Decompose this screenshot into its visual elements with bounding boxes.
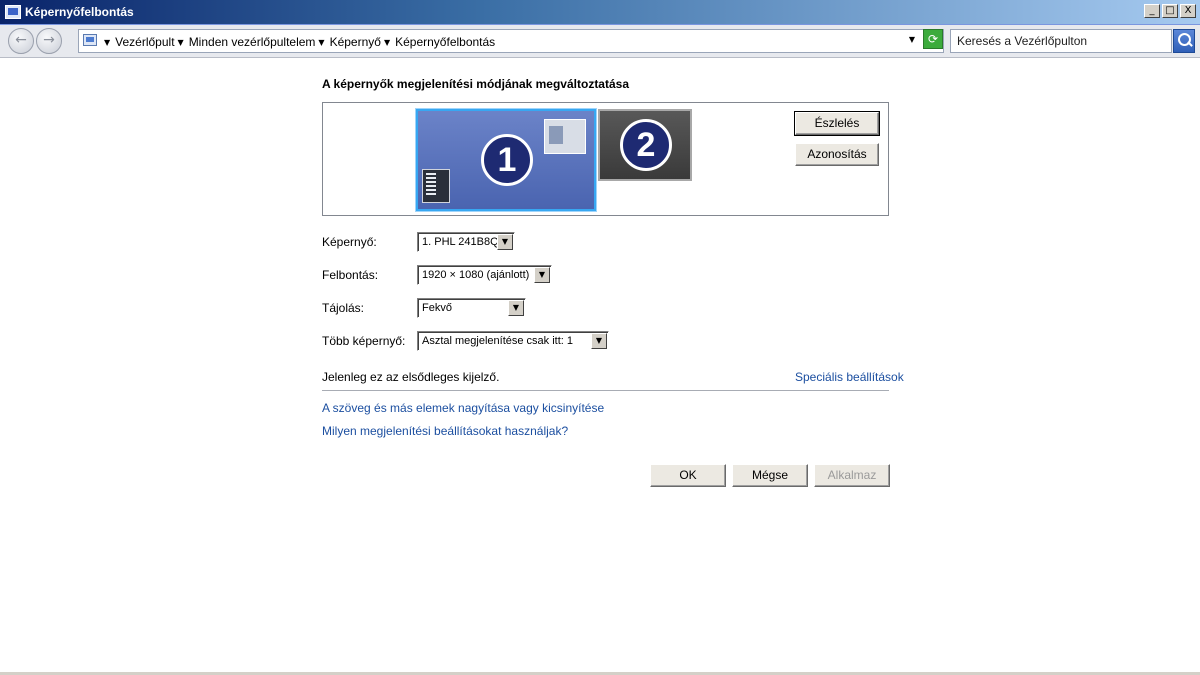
chevron-down-icon[interactable]: ▼ [104,38,110,47]
display-app-icon [5,5,21,19]
cancel-button[interactable]: Mégse [732,464,808,487]
control-panel-icon [83,34,97,46]
chevron-down-icon[interactable]: ▼ [384,38,390,47]
breadcrumb-item[interactable]: Képernyő [330,35,381,49]
refresh-button[interactable]: ⟳ [923,29,943,49]
address-history-dropdown[interactable]: ▼ [909,35,915,44]
navigation-bar: ← → ▼ Vezérlőpult ▼ Minden vezérlőpultel… [0,25,1200,58]
start-menu-thumbnail-icon [422,169,450,203]
breadcrumb-item[interactable]: Képernyőfelbontás [395,35,495,49]
monitor-number: 1 [481,134,533,186]
display-select-value: 1. PHL 241B8Q [422,236,499,248]
chevron-down-icon[interactable]: ▼ [318,38,324,47]
address-bar[interactable]: ▼ Vezérlőpult ▼ Minden vezérlőpultelem ▼… [78,29,944,53]
resolution-select-value: 1920 × 1080 (ajánlott) [422,269,530,281]
ok-button[interactable]: OK [650,464,726,487]
chevron-down-icon[interactable]: ▼ [534,267,550,283]
close-button[interactable]: X [1180,4,1196,18]
advanced-settings-link[interactable]: Speciális beállítások [795,370,904,384]
chevron-down-icon[interactable]: ▼ [591,333,607,349]
back-button[interactable]: ← [8,28,34,54]
monitor-1[interactable]: 1 [416,109,596,211]
breadcrumb-item[interactable]: Minden vezérlőpultelem [189,35,316,49]
chevron-down-icon[interactable]: ▼ [508,300,524,316]
chevron-down-icon[interactable]: ▼ [497,234,513,250]
breadcrumb-item[interactable]: Vezérlőpult [115,35,174,49]
orientation-label: Tájolás: [322,301,365,315]
monitor-2[interactable]: 2 [598,109,692,181]
display-label: Képernyő: [322,235,377,249]
forward-button[interactable]: → [36,28,62,54]
breadcrumb: ▼ Vezérlőpult ▼ Minden vezérlőpultelem ▼… [101,35,495,49]
resolution-label: Felbontás: [322,268,379,282]
multiple-displays-label: Több képernyő: [322,334,406,348]
multiple-displays-select-value: Asztal megjelenítése csak itt: 1 [422,335,574,347]
display-help-link[interactable]: Milyen megjelenítési beállításokat haszn… [322,424,568,438]
window-thumbnail-icon [544,119,586,154]
chevron-down-icon[interactable]: ▼ [178,38,184,47]
page-title: A képernyők megjelenítési módjának megvá… [322,77,630,91]
multiple-displays-select[interactable]: Asztal megjelenítése csak itt: 1 ▼ [417,331,609,351]
maximize-button[interactable]: □ [1162,4,1178,18]
minimize-button[interactable]: _ [1144,4,1160,18]
window-controls: _ □ X [1144,4,1196,18]
divider [322,390,889,391]
arrow-right-icon: → [43,32,55,48]
refresh-icon: ⟳ [927,32,939,46]
text-size-link[interactable]: A szöveg és más elemek nagyítása vagy ki… [322,401,604,415]
display-select[interactable]: 1. PHL 241B8Q ▼ [417,232,515,252]
title-bar: Képernyőfelbontás _ □ X [0,0,1200,25]
orientation-select-value: Fekvő [422,302,452,314]
monitor-number: 2 [620,119,672,171]
search-input[interactable]: Keresés a Vezérlőpulton [950,29,1172,53]
apply-button[interactable]: Alkalmaz [814,464,890,487]
monitor-layout-panel: 1 2 Észlelés Azonosítás [322,102,889,216]
identify-button[interactable]: Azonosítás [795,143,879,166]
orientation-select[interactable]: Fekvő ▼ [417,298,526,318]
primary-display-note: Jelenleg ez az elsődleges kijelző. [322,370,500,384]
resolution-select[interactable]: 1920 × 1080 (ajánlott) ▼ [417,265,552,285]
search-icon[interactable] [1173,29,1195,53]
arrow-left-icon: ← [15,32,27,48]
detect-button[interactable]: Észlelés [794,111,880,136]
window-title: Képernyőfelbontás [25,5,134,19]
